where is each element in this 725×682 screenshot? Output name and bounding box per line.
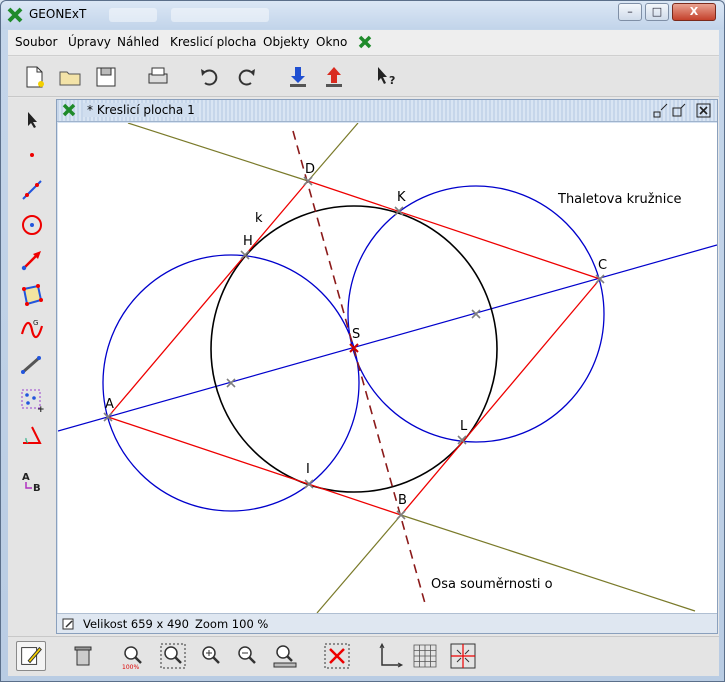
- point-d-marker[interactable]: [303, 176, 313, 186]
- drawing-board-titlebar: * Kreslicí plocha 1: [57, 100, 717, 122]
- svg-text:+: +: [37, 405, 45, 414]
- menu-nahled[interactable]: Náhled: [117, 35, 159, 49]
- zoom-in-icon[interactable]: [196, 641, 226, 671]
- bottom-toolbar: 100%: [8, 636, 719, 676]
- menu-soubor[interactable]: Soubor: [15, 35, 57, 49]
- save-icon[interactable]: [92, 63, 120, 91]
- label-point-c: C: [598, 258, 607, 273]
- polygon-icon[interactable]: [18, 281, 46, 309]
- svg-text:?: ?: [389, 74, 395, 87]
- drawing-board-frame: * Kreslicí plocha 1 A B C D H I K L S k …: [56, 99, 718, 634]
- trash-icon[interactable]: [68, 641, 98, 671]
- pencil-status-icon: [62, 618, 74, 630]
- open-folder-icon[interactable]: [56, 63, 84, 91]
- title-bar: GEONExT – □ X: [1, 1, 724, 29]
- maximize-button[interactable]: □: [645, 3, 669, 21]
- menu-okno[interactable]: Okno: [316, 35, 347, 49]
- undo-icon[interactable]: [196, 63, 224, 91]
- blurred-title-area: [171, 8, 269, 22]
- geonext-doc-icon: [62, 103, 76, 117]
- segment-dc[interactable]: [307, 180, 601, 280]
- zoom-out-icon[interactable]: [232, 641, 262, 671]
- measure-icon[interactable]: [18, 351, 46, 379]
- context-help-icon[interactable]: ?: [372, 63, 400, 91]
- point-icon[interactable]: [18, 141, 46, 169]
- drawing-board-title: * Kreslicí plocha 1: [83, 103, 199, 117]
- main-toolbar: ?: [8, 57, 719, 97]
- export-icon[interactable]: [320, 63, 348, 91]
- close-doc-icon[interactable]: [696, 103, 712, 118]
- delete-selection-icon[interactable]: [322, 641, 352, 671]
- geometry-drawing[interactable]: A B C D H I K L S k Thaletova kružnice O…: [58, 123, 717, 613]
- label-point-i: I: [306, 462, 310, 477]
- minimize-button[interactable]: –: [618, 3, 642, 21]
- circle-icon[interactable]: [18, 211, 46, 239]
- label-point-b: B: [398, 493, 407, 508]
- menu-upravy[interactable]: Úpravy: [68, 35, 111, 49]
- status-bar: Velikost 659 x 490 Zoom 100 %: [57, 613, 717, 633]
- zoom-100-icon[interactable]: 100%: [118, 641, 148, 671]
- client-area: Soubor Úpravy Náhled Kreslicí plocha Obj…: [8, 30, 719, 676]
- menu-objekty[interactable]: Objekty: [263, 35, 310, 49]
- vector-icon[interactable]: [18, 246, 46, 274]
- label-point-s: S: [352, 327, 360, 342]
- label-point-d: D: [305, 162, 315, 177]
- group-icon[interactable]: +: [18, 386, 46, 414]
- angle-icon[interactable]: [18, 421, 46, 449]
- status-zoom: Zoom 100 %: [195, 617, 269, 631]
- status-size: Velikost 659 x 490: [83, 617, 189, 631]
- svg-text:G: G: [33, 319, 38, 327]
- label-point-l: L: [460, 419, 468, 434]
- line-hd-extension[interactable]: [307, 123, 359, 182]
- svg-text:B: B: [33, 483, 41, 494]
- label-point-a: A: [105, 397, 114, 412]
- curve-icon[interactable]: G: [18, 316, 46, 344]
- segment-ad[interactable]: [107, 180, 309, 418]
- drawing-canvas[interactable]: A B C D H I K L S k Thaletova kružnice O…: [58, 123, 717, 613]
- text-label-icon[interactable]: A B: [18, 468, 46, 496]
- menu-kreslici-plocha[interactable]: Kreslicí plocha: [170, 35, 256, 49]
- menu-bar: Soubor Úpravy Náhled Kreslicí plocha Obj…: [8, 30, 719, 56]
- import-icon[interactable]: [284, 63, 312, 91]
- pointer-icon[interactable]: [18, 106, 46, 134]
- geonext-menu-icon[interactable]: [358, 35, 372, 49]
- app-window: GEONExT – □ X Soubor Úpravy Náhled Kresl…: [0, 0, 725, 682]
- segment-ba[interactable]: [107, 416, 402, 516]
- svg-text:A: A: [22, 472, 30, 483]
- zoom-restore-icon[interactable]: [270, 641, 300, 671]
- edit-mode-icon[interactable]: [16, 641, 46, 671]
- restore-icon[interactable]: [671, 103, 687, 118]
- iconify-icon[interactable]: [653, 103, 669, 118]
- new-file-icon[interactable]: [20, 63, 48, 91]
- print-icon[interactable]: [144, 63, 172, 91]
- symmetry-axis-o[interactable]: [292, 130, 427, 608]
- line-ad-extension[interactable]: [127, 123, 309, 182]
- point-b-marker[interactable]: [396, 510, 406, 520]
- line-ac[interactable]: [58, 244, 717, 432]
- axes-icon[interactable]: [374, 641, 404, 671]
- line-icon[interactable]: [18, 176, 46, 204]
- label-circle-k: k: [255, 211, 263, 226]
- redo-icon[interactable]: [232, 63, 260, 91]
- center-view-icon[interactable]: [448, 641, 478, 671]
- segment-cb[interactable]: [400, 278, 601, 516]
- geonext-logo-icon: [7, 7, 23, 23]
- line-lb-extension[interactable]: [316, 514, 402, 613]
- line-ib-extension[interactable]: [400, 514, 696, 612]
- grid-icon[interactable]: [410, 641, 440, 671]
- blurred-title-area: [109, 8, 157, 22]
- tool-palette: G + A B: [8, 98, 56, 638]
- svg-text:100%: 100%: [122, 664, 139, 671]
- label-point-k: K: [397, 190, 406, 205]
- text-osa-soumernosti: Osa souměrnosti o: [431, 577, 553, 592]
- label-point-h: H: [243, 234, 253, 249]
- window-title: GEONExT: [29, 7, 87, 21]
- zoom-fit-icon[interactable]: [158, 641, 188, 671]
- close-button[interactable]: X: [672, 3, 716, 21]
- text-thaletova-kruznice: Thaletova kružnice: [557, 192, 682, 207]
